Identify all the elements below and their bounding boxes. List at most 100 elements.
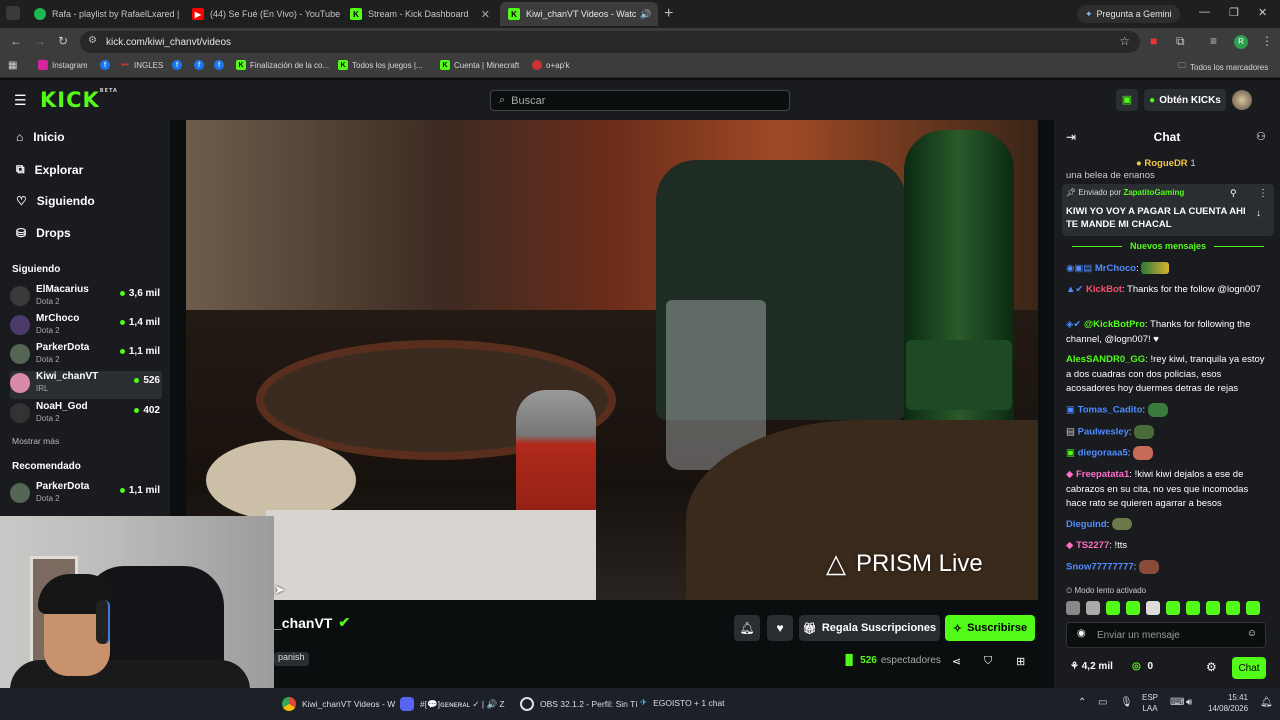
taskbar-app[interactable]: ✈ EGOISTO + 1 chat bbox=[640, 697, 725, 708]
emote-icon[interactable] bbox=[1246, 601, 1260, 615]
follow-button[interactable]: ♥ bbox=[767, 615, 793, 641]
message-user[interactable]: TS2277 bbox=[1076, 540, 1109, 551]
kick-logo[interactable]: KICKBETA bbox=[40, 88, 118, 112]
clip-icon[interactable]: ⛉ bbox=[984, 655, 992, 668]
message-user[interactable]: @KickBotPro bbox=[1084, 319, 1145, 330]
emote-icon[interactable] bbox=[1086, 601, 1100, 615]
search-input[interactable]: ⌕ Buscar bbox=[490, 90, 790, 111]
bookmark-juegos[interactable]: K Todos los juegos |... bbox=[338, 60, 423, 70]
clock[interactable]: 15:41 14/08/2026 bbox=[1208, 692, 1248, 714]
channel-item-active[interactable]: Kiwi_chanVT IRL 526 bbox=[10, 371, 162, 399]
show-more-link[interactable]: Mostrar más bbox=[12, 436, 59, 446]
profile-avatar[interactable]: R bbox=[1234, 35, 1248, 49]
emote-icon[interactable] bbox=[1186, 601, 1200, 615]
taskbar-obs[interactable]: OBS 32.1.2 - Perfil: Sin Tí bbox=[520, 697, 638, 711]
sidebar-item-siguiendo[interactable]: ♡ Siguiendo bbox=[16, 194, 95, 208]
site-info-icon[interactable]: ⚙ bbox=[88, 35, 97, 46]
channel-item[interactable]: ParkerDota Dota 2 1,1 mil bbox=[10, 481, 162, 509]
emote-icon[interactable] bbox=[1066, 601, 1080, 615]
bookmark-ingles[interactable]: ••• INGLES bbox=[120, 60, 163, 70]
speaker-icon[interactable]: 🔊 bbox=[640, 9, 651, 20]
pin-expand-icon[interactable]: ↓ bbox=[1256, 208, 1261, 219]
tab-search-button[interactable] bbox=[6, 6, 20, 20]
apps-icon[interactable]: ▦ bbox=[8, 60, 17, 71]
emoji-icon[interactable]: ☺ bbox=[1247, 628, 1257, 639]
get-kicks-button[interactable]: ● Obtén KICKs bbox=[1144, 89, 1226, 111]
channel-item[interactable]: ParkerDota Dota 2 1,1 mil bbox=[10, 342, 162, 370]
new-tab-button[interactable]: + bbox=[664, 5, 673, 23]
address-bar[interactable]: ⚙ kick.com/kiwi_chanvt/videos ☆ bbox=[80, 31, 1140, 53]
share-icon[interactable]: ⋖ bbox=[952, 655, 961, 668]
close-icon[interactable]: ✕ bbox=[652, 8, 659, 21]
tray-network-icon[interactable]: ⌨ bbox=[1170, 697, 1184, 708]
language-tag[interactable]: panish bbox=[274, 652, 309, 666]
forward-icon[interactable]: → bbox=[34, 34, 46, 48]
tray-mic-icon[interactable]: 🎙︎ bbox=[1120, 697, 1133, 708]
channel-item[interactable]: MrChoco Dota 2 1,4 mil bbox=[10, 313, 162, 341]
reply-icon[interactable]: ◉ bbox=[1077, 628, 1086, 639]
chat-users-icon[interactable]: ⚇ bbox=[1256, 130, 1266, 143]
tab-youtube[interactable]: ▶ (44) Se Fué (En Vivo) - YouTube ✕ bbox=[184, 2, 340, 26]
emote-icon[interactable] bbox=[1126, 601, 1140, 615]
puzzle-icon[interactable]: ⧉ bbox=[1176, 34, 1185, 49]
emote-icon[interactable] bbox=[1106, 601, 1120, 615]
send-chat-button[interactable]: Chat bbox=[1232, 657, 1266, 679]
unpin-icon[interactable]: ⚲ bbox=[1230, 188, 1237, 199]
message-user[interactable]: MrChoco bbox=[1095, 263, 1136, 274]
emote-icon[interactable] bbox=[1206, 601, 1220, 615]
hamburger-icon[interactable]: ☰ bbox=[14, 92, 27, 109]
pin-menu-icon[interactable]: ⋮ bbox=[1258, 188, 1268, 199]
message-user[interactable]: Freepatata1 bbox=[1076, 469, 1129, 480]
points-balance[interactable]: ◎ 0 bbox=[1132, 661, 1153, 672]
message-user[interactable]: KickBot bbox=[1086, 284, 1122, 295]
channel-item[interactable]: NoaH_God Dota 2 402 bbox=[10, 401, 162, 429]
all-bookmarks[interactable]: 🗀 Todos los marcadores bbox=[1178, 60, 1268, 74]
gemini-button[interactable]: ✦ Pregunta a Gemini bbox=[1077, 5, 1180, 23]
bookmark-apk[interactable]: o+ap'k bbox=[532, 60, 570, 70]
close-window-button[interactable]: ✕ bbox=[1258, 6, 1267, 19]
sidebar-item-explorar[interactable]: ⧉ Explorar bbox=[16, 162, 83, 177]
tray-volume-icon[interactable]: ▭ bbox=[1098, 697, 1107, 708]
bookmark-minecraft[interactable]: K Cuenta | Minecraft bbox=[440, 60, 519, 70]
chat-settings-icon[interactable]: ⚙ bbox=[1206, 660, 1217, 674]
media-icon[interactable]: ≡ bbox=[1210, 34, 1217, 48]
sidebar-item-drops[interactable]: ⛁ Drops bbox=[16, 226, 71, 240]
message-user[interactable]: diegoraaa5 bbox=[1078, 448, 1128, 459]
taskbar-chrome[interactable]: Kiwi_chanVT Videos - W bbox=[282, 697, 395, 711]
user-avatar[interactable] bbox=[1232, 90, 1252, 110]
chat-input[interactable]: ◉ Enviar un mensaje ☺ bbox=[1066, 622, 1266, 648]
maximize-button[interactable]: ❐ bbox=[1229, 6, 1239, 19]
gift-subs-button[interactable]: 🎁︎ Regala Suscripciones bbox=[799, 615, 940, 641]
video-player[interactable]: △ PRISM Live bbox=[186, 120, 1038, 600]
tray-chevron-icon[interactable]: ⌃ bbox=[1078, 697, 1086, 708]
notification-button[interactable]: 🔔︎ bbox=[734, 615, 760, 641]
tab-kiwi-videos[interactable]: K Kiwi_chanVT Videos - Watc 🔊 ✕ bbox=[500, 2, 658, 26]
extension-icon[interactable]: ■ bbox=[1150, 34, 1157, 48]
message-user[interactable]: Dieguind bbox=[1066, 519, 1107, 530]
more-options-icon[interactable]: ⊞ bbox=[1016, 655, 1025, 668]
bookmark-facebook[interactable]: f bbox=[194, 60, 204, 70]
language-indicator[interactable]: ESP LAA bbox=[1142, 692, 1158, 714]
emote-icon[interactable] bbox=[1226, 601, 1240, 615]
rewards-icon[interactable]: ▣ bbox=[1116, 89, 1138, 111]
back-icon[interactable]: ← bbox=[10, 34, 22, 48]
close-icon[interactable]: ✕ bbox=[179, 8, 182, 21]
minimize-button[interactable]: — bbox=[1199, 6, 1210, 18]
emote-icon[interactable] bbox=[1146, 601, 1160, 615]
bookmark-facebook[interactable]: f bbox=[100, 60, 110, 70]
kicks-balance[interactable]: ⚘ 4,2 mil bbox=[1070, 661, 1113, 672]
subscribe-button[interactable]: ✧ Suscribirse bbox=[945, 615, 1035, 641]
tab-spotify[interactable]: Rafa - playlist by RafaelLxared | ✕ bbox=[26, 2, 182, 26]
bookmark-facebook[interactable]: f bbox=[214, 60, 224, 70]
menu-icon[interactable]: ⋮ bbox=[1261, 34, 1273, 48]
tab-kick-dashboard[interactable]: K Stream - Kick Dashboard ✕ bbox=[342, 2, 498, 26]
bookmark-facebook[interactable]: f bbox=[172, 60, 182, 70]
emote-icon[interactable] bbox=[1166, 601, 1180, 615]
close-icon[interactable]: ✕ bbox=[475, 8, 490, 21]
bookmark-finalizacion[interactable]: K Finalización de la co... bbox=[236, 60, 329, 70]
tray-sound-icon[interactable]: 🔊︎ bbox=[1186, 697, 1192, 708]
message-user[interactable]: AlesSANDR0_GG bbox=[1066, 354, 1145, 365]
message-user[interactable]: Tomas_Cadito bbox=[1078, 405, 1143, 416]
channel-item[interactable]: ElMacarius Dota 2 3,6 mil bbox=[10, 284, 162, 312]
taskbar-discord[interactable]: #[💬]ɢᴇɴᴇʀᴀʟ ✓ | 🔊 Z bbox=[400, 697, 505, 711]
